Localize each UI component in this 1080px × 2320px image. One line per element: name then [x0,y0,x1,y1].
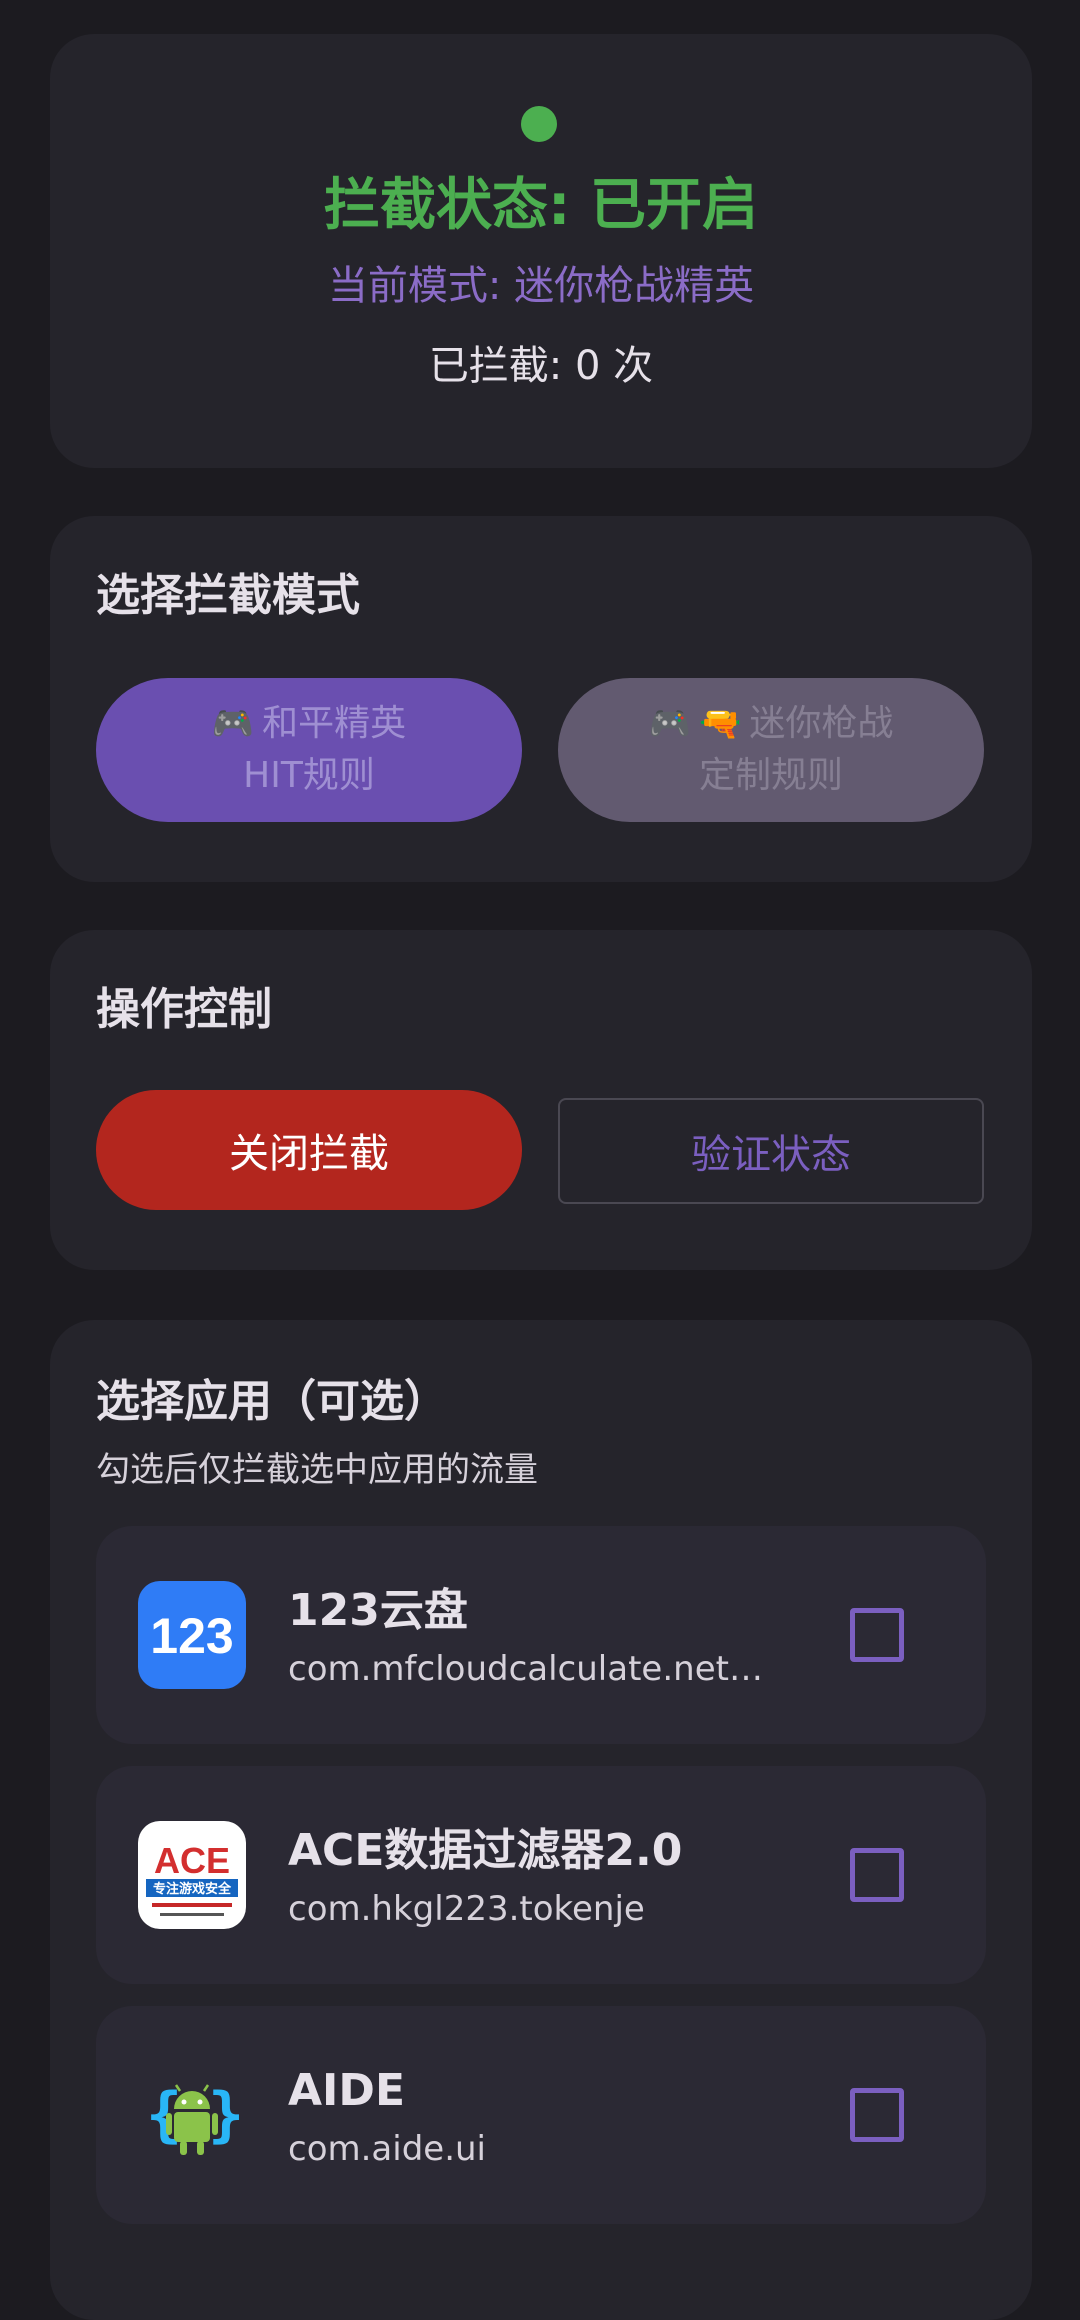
gun-icon: 🔫 [698,704,742,744]
control-section-title: 操作控制 [96,984,272,1035]
app-package: com.hkgl223.tokenje [288,1889,645,1929]
svg-text:123: 123 [150,1608,233,1664]
current-mode-label: 当前模式: 迷你枪战精英 [327,263,755,309]
verify-status-button[interactable]: 验证状态 [558,1098,984,1204]
mode-option-mini-gunfight-button[interactable]: 🎮 🔫 迷你枪战 定制规则 [558,678,984,822]
app-package: com.mfcloudcalculate.netw... [288,1649,768,1689]
svg-text:专注游戏安全: 专注游戏安全 [153,1881,232,1897]
app-name: ACE数据过滤器2.0 [288,1825,683,1876]
mode-selection-card: 选择拦截模式 🎮 和平精英 HIT规则 🎮 🔫 迷你枪战 定制规则 [50,516,1032,882]
control-card: 操作控制 关闭拦截 验证状态 [50,930,1032,1270]
app-selection-card: 选择应用（可选） 勾选后仅拦截选中应用的流量 123 123云盘 com.mfc… [50,1320,1032,2320]
app-package: com.aide.ui [288,2129,487,2169]
mode-option-peace-elite-button[interactable]: 🎮 和平精英 HIT规则 [96,678,522,822]
svg-text:ACE: ACE [154,1840,230,1881]
app-list-item[interactable]: { } AIDE com.aide.ui [96,2006,986,2224]
app-list-item[interactable]: 123 123云盘 com.mfcloudcalculate.netw... [96,1526,986,1744]
app-checkbox[interactable] [850,2088,904,2142]
status-card: 拦截状态: 已开启 当前模式: 迷你枪战精英 已拦截: 0 次 [50,34,1032,468]
ace-icon: ACE 专注游戏安全 [138,1821,246,1929]
apps-section-title: 选择应用（可选） [96,1376,448,1427]
mode-option-rule-label: 定制规则 [698,755,843,796]
status-indicator-dot [521,106,557,142]
mode-option-rule-label: HIT规则 [243,755,375,796]
gamepad-icon: 🎮 [211,704,255,744]
stop-intercept-button[interactable]: 关闭拦截 [96,1090,522,1210]
blocked-count-label: 已拦截: 0 次 [428,343,654,389]
status-title: 拦截状态: 已开启 [324,173,758,238]
123-cloud-icon: 123 [138,1581,246,1689]
gamepad-icon: 🎮 [648,704,691,744]
app-name: 123云盘 [288,1585,468,1636]
android-icon: { } [138,2061,246,2169]
apps-section-subtitle: 勾选后仅拦截选中应用的流量 [96,1450,538,1490]
mode-option-label: 迷你枪战 [749,703,894,744]
app-name: AIDE [288,2065,406,2116]
mode-section-title: 选择拦截模式 [96,570,360,621]
app-list-item[interactable]: ACE 专注游戏安全 ACE数据过滤器2.0 com.hkgl223.token… [96,1766,986,1984]
app-checkbox[interactable] [850,1608,904,1662]
app-checkbox[interactable] [850,1848,904,1902]
mode-option-label: 和平精英 [262,703,407,744]
